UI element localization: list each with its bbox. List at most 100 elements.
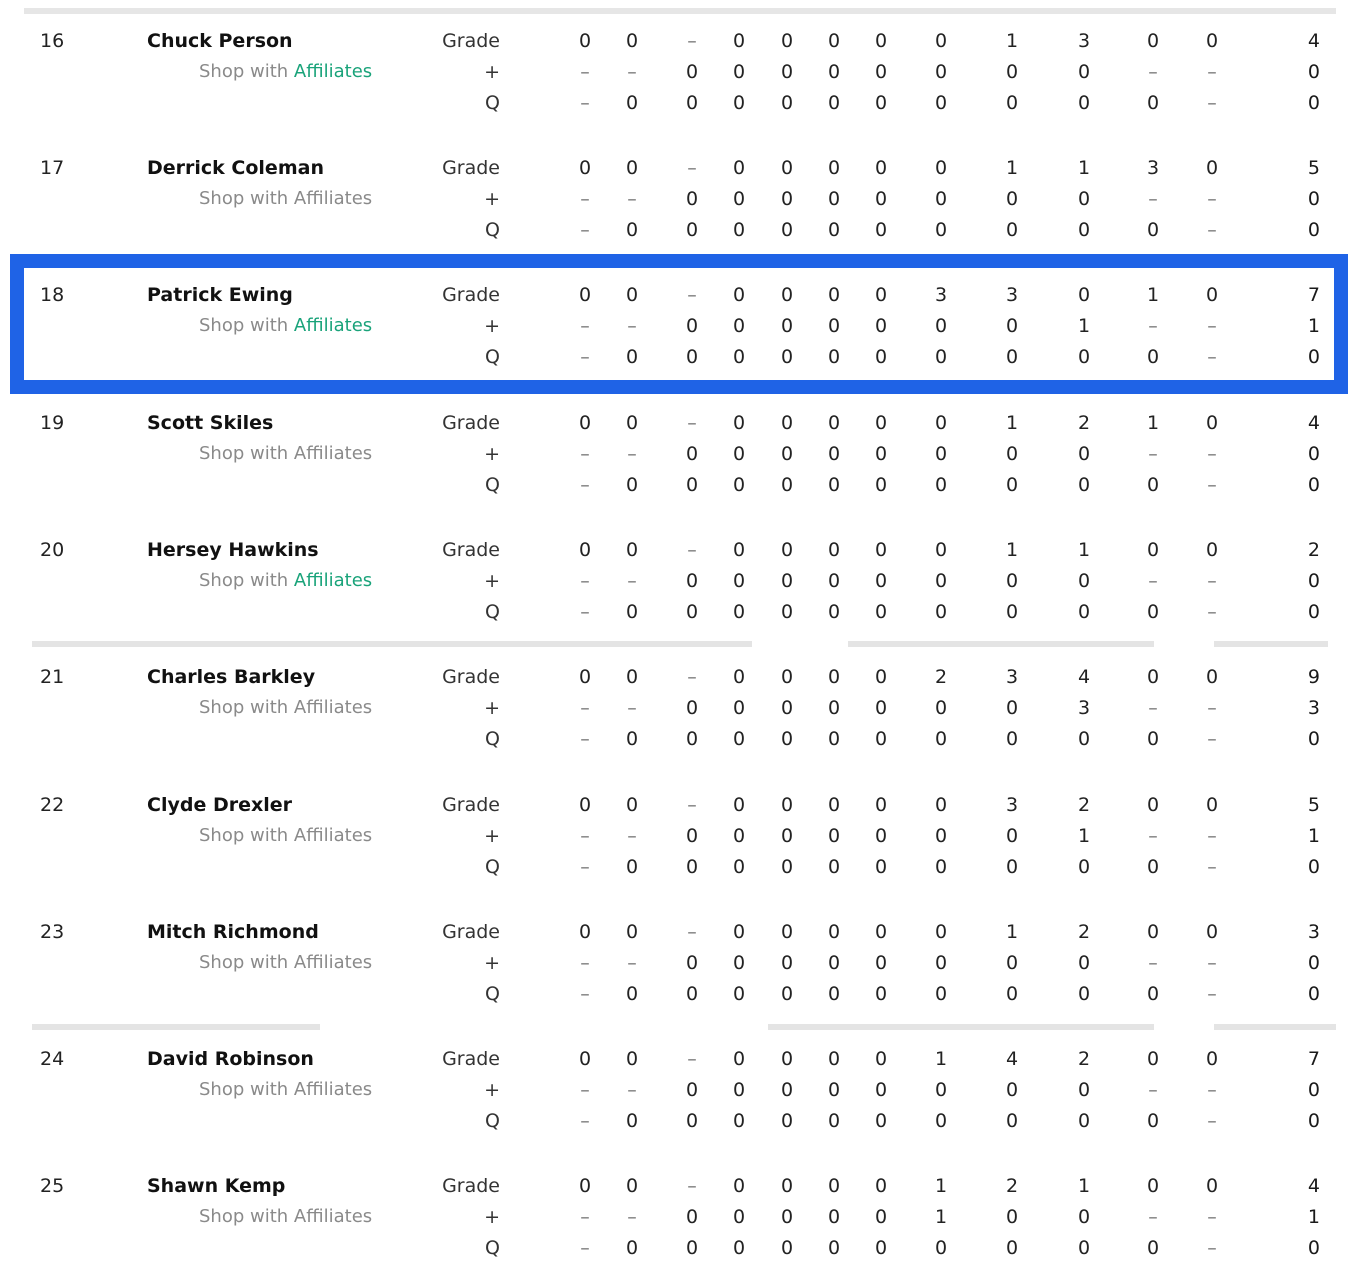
stat-total: 0 (1307, 983, 1320, 1005)
stat-cell: 0 (874, 92, 888, 114)
stat-cell: 0 (732, 921, 746, 943)
shop-with-affiliates-link[interactable]: Shop with Affiliates (199, 186, 372, 212)
stat-cell: 0 (780, 1110, 794, 1132)
stat-cell: 0 (625, 1237, 639, 1259)
shop-with-affiliates-link[interactable]: Shop with Affiliates (199, 950, 372, 976)
stat-cell: 0 (827, 1175, 841, 1197)
shop-with-affiliates-link[interactable]: Shop with Affiliates (199, 1204, 372, 1230)
stat-cell: – (580, 1206, 590, 1228)
player-block: 17 Derrick Coleman Shop with Affiliates Gra… (0, 155, 1360, 251)
shop-with-affiliates-link[interactable]: Shop with Affiliates (199, 59, 372, 85)
stat-cell: 0 (732, 1110, 746, 1132)
shop-with-affiliates-link[interactable]: Shop with Affiliates (199, 823, 372, 849)
stat-cell: 0 (874, 219, 888, 241)
stat-cell: 0 (732, 443, 746, 465)
stat-cell: 1 (1005, 539, 1019, 561)
shop-with-affiliates-link[interactable]: Shop with Affiliates (199, 695, 372, 721)
stat-cell: 0 (1005, 570, 1019, 592)
stat-cell: 0 (625, 856, 639, 878)
stat-cell: 2 (1077, 921, 1091, 943)
stat-cell: – (1207, 92, 1217, 114)
row-label: Grade (442, 284, 500, 306)
stat-cell: 0 (780, 1048, 794, 1070)
stat-total: 1 (1307, 315, 1320, 337)
stat-cell: – (1207, 1237, 1217, 1259)
stat-cell: – (1207, 728, 1217, 750)
stat-total: 4 (1307, 30, 1320, 52)
shop-with-affiliates-link[interactable]: Shop with Affiliates (199, 1077, 372, 1103)
stat-cell: 0 (625, 728, 639, 750)
stat-cell: 0 (1005, 61, 1019, 83)
stat-cell: 0 (1005, 346, 1019, 368)
stat-cell: 0 (780, 601, 794, 623)
stat-cell: 0 (827, 219, 841, 241)
stat-cell: 0 (874, 284, 888, 306)
stat-cell: 0 (827, 443, 841, 465)
stat-cell: 0 (1146, 1237, 1160, 1259)
row-label: + (484, 1206, 500, 1228)
shop-with-affiliates-link[interactable]: Shop with Affiliates (199, 568, 372, 594)
stat-cell: 0 (685, 315, 699, 337)
stat-cell: 0 (874, 1175, 888, 1197)
stat-cell: 0 (780, 666, 794, 688)
stat-cell: 0 (732, 794, 746, 816)
row-label: Q (485, 1110, 500, 1132)
stat-cell: – (1207, 697, 1217, 719)
stat-cell: – (580, 856, 590, 878)
shop-with-affiliates-link[interactable]: Shop with Affiliates (199, 313, 372, 339)
stat-cell: 0 (934, 157, 948, 179)
stat-cell: – (1148, 315, 1158, 337)
stat-cell: 0 (780, 346, 794, 368)
affiliates-text: Affiliates (293, 697, 373, 718)
stat-total: 0 (1307, 92, 1320, 114)
stat-cell: 0 (1005, 1110, 1019, 1132)
player-block: 19 Scott Skiles Shop with Affiliates Grade 0… (0, 410, 1360, 506)
stat-cell: 3 (1146, 157, 1160, 179)
stat-cell: – (1207, 61, 1217, 83)
stat-cell: 0 (1205, 539, 1219, 561)
stat-cell: – (580, 728, 590, 750)
stat-cell: 0 (780, 952, 794, 974)
stat-cell: 0 (874, 188, 888, 210)
stat-cell: 0 (732, 825, 746, 847)
stat-cell: 0 (1005, 1237, 1019, 1259)
row-label: Q (485, 601, 500, 623)
stat-cell: 0 (685, 61, 699, 83)
stat-cell: 0 (732, 539, 746, 561)
stat-cell: 0 (685, 443, 699, 465)
stat-cell: 0 (732, 856, 746, 878)
stat-cell: – (627, 1079, 637, 1101)
stat-cell: 0 (780, 284, 794, 306)
stat-cell: 0 (732, 474, 746, 496)
stat-cell: 0 (1077, 1110, 1091, 1132)
stat-cell: 0 (1005, 443, 1019, 465)
row-label: + (484, 443, 500, 465)
stat-cell: 0 (874, 666, 888, 688)
row-label: + (484, 188, 500, 210)
stat-cell: 0 (827, 983, 841, 1005)
stat-cell: – (687, 539, 697, 561)
section-divider (32, 1024, 320, 1030)
shop-text: Shop with (199, 570, 294, 591)
stat-cell: 0 (934, 443, 948, 465)
stat-cell: 0 (874, 412, 888, 434)
stat-cell: 0 (1077, 219, 1091, 241)
stat-cell: – (1207, 570, 1217, 592)
stat-cell: 0 (1077, 983, 1091, 1005)
stat-cell: 0 (732, 1206, 746, 1228)
stat-cell: – (687, 666, 697, 688)
stat-cell: 0 (1146, 346, 1160, 368)
stat-cell: 0 (827, 1206, 841, 1228)
row-label: + (484, 570, 500, 592)
shop-with-affiliates-link[interactable]: Shop with Affiliates (199, 441, 372, 467)
player-name: Hersey Hawkins (147, 539, 319, 561)
stat-cell: – (1207, 1206, 1217, 1228)
stat-cell: 2 (1077, 794, 1091, 816)
stat-total: 1 (1307, 1206, 1320, 1228)
stat-cell: 0 (934, 539, 948, 561)
stat-cell: 0 (625, 30, 639, 52)
stat-cell: 0 (827, 570, 841, 592)
stat-cell: 0 (780, 921, 794, 943)
stat-cell: – (1207, 983, 1217, 1005)
row-label: + (484, 61, 500, 83)
